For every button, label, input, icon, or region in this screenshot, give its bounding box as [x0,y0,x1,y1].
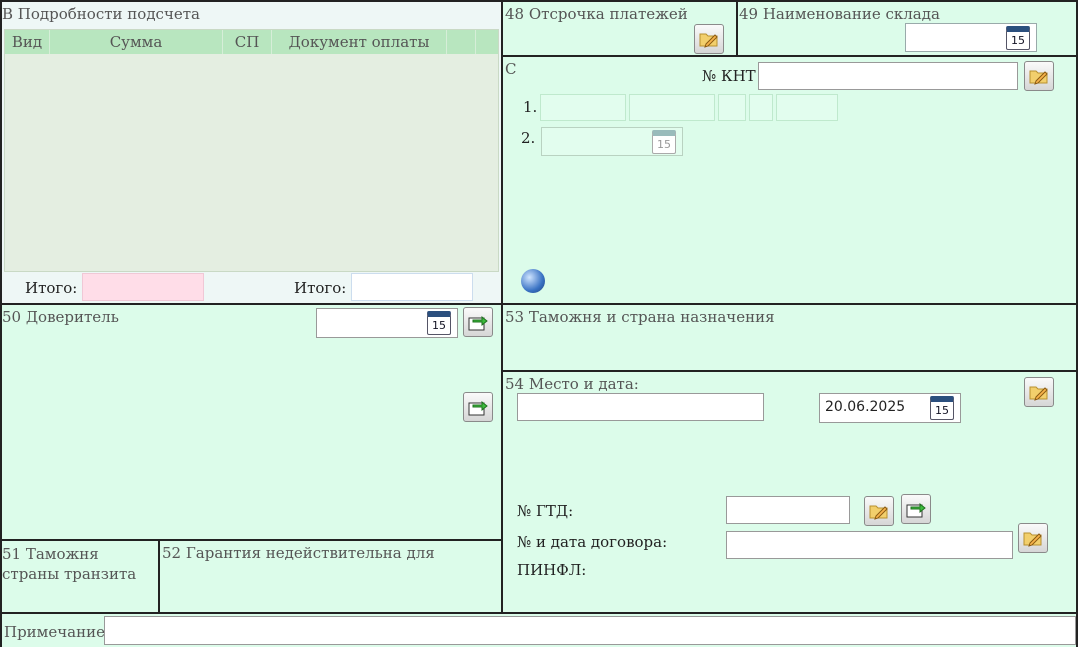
pencil-folder-icon [869,505,888,520]
col-header-sp[interactable]: СП [223,30,272,54]
section-52: 52 Гарантия недействительна для [160,541,501,612]
knt-input[interactable] [758,62,1018,90]
gtd-input[interactable] [726,496,850,524]
pencil-folder-icon [1023,532,1042,547]
row2-label: 2. [521,129,536,147]
arrow-export-icon [906,502,926,518]
date-field-54[interactable]: 20.06.2025 15 [819,393,961,423]
trustor-date-field[interactable]: 15 [316,308,458,338]
pencil-folder-icon [1029,386,1048,401]
section-b: В Подробности подсчета Вид Сумма СП Доку… [2,2,501,303]
export-button-gtd[interactable] [901,494,931,524]
edit-button-54[interactable] [1024,377,1054,407]
edit-button-48[interactable] [694,24,724,54]
section-50-title: 50 Доверитель [2,308,119,326]
section-c: C № КНТ 1. 2. 15 [503,57,1076,303]
export-button-2[interactable] [463,392,493,422]
col-header-payment-doc[interactable]: Документ оплаты [272,30,447,54]
section-b-title: В Подробности подсчета [2,5,200,23]
col-header-summa[interactable]: Сумма [50,30,223,54]
col-header-extra [447,30,476,54]
contract-label: № и дата договора: [517,533,668,551]
section-51: 51 Таможня страны транзита [2,541,158,612]
calendar-icon[interactable]: 15 [427,311,451,335]
row1-field-4[interactable] [749,94,773,121]
col-header-vid[interactable]: Вид [5,30,50,54]
edit-button-contract[interactable] [1018,523,1048,553]
place-input[interactable] [517,393,764,421]
section-51-title: 51 Таможня страны транзита [2,545,137,583]
section-49: 49 Наименование склада 15 [738,2,1076,55]
row1-field-3[interactable] [718,94,746,121]
details-table-header: Вид Сумма СП Документ оплаты [5,30,498,54]
details-table[interactable]: Вид Сумма СП Документ оплаты [4,29,499,272]
note-input[interactable] [104,616,1076,645]
section-54-title: 54 Место и дата: [505,375,639,393]
section-48: 48 Отсрочка платежей [503,2,736,55]
edit-button-knt[interactable] [1024,61,1054,91]
section-50: 50 Доверитель 15 [2,305,501,539]
row1-field-5[interactable] [776,94,838,121]
total-field-2[interactable] [351,273,473,301]
arrow-export-icon [468,400,488,416]
date-value-54: 20.06.2025 [825,399,906,415]
pencil-folder-icon [1029,70,1048,85]
section-48-title: 48 Отсрочка платежей [505,5,688,23]
calendar-icon[interactable]: 15 [1006,26,1030,50]
section-49-title: 49 Наименование склада [739,5,940,23]
arrow-export-icon [468,315,488,331]
globe-icon[interactable] [521,269,545,293]
knt-label: № КНТ [702,67,756,85]
section-53: 53 Таможня и страна назначения [503,305,1076,370]
contract-input[interactable] [726,531,1013,559]
row1-label: 1. [523,98,538,116]
total-field-1[interactable] [82,273,204,301]
section-52-title: 52 Гарантия недействительна для [162,544,435,562]
row1-field-1[interactable] [540,94,626,121]
row1-field-2[interactable] [629,94,715,121]
row2-date-field[interactable]: 15 [541,127,683,156]
total-label-1: Итого: [25,279,78,297]
section-c-title: C [505,60,517,78]
calendar-icon[interactable]: 15 [652,130,676,154]
pencil-folder-icon [699,33,718,48]
note-row: Примечание [2,614,1076,647]
total-label-2: Итого: [294,279,347,297]
pinfl-label: ПИНФЛ: [517,561,587,579]
warehouse-date-field[interactable]: 15 [905,23,1037,52]
calendar-icon[interactable]: 15 [930,396,954,420]
section-54: 54 Место и дата: 20.06.2025 15 № ГТД: № … [503,372,1076,612]
gtd-label: № ГТД: [517,502,574,520]
edit-button-gtd[interactable] [864,496,894,526]
export-button-1[interactable] [463,307,493,337]
note-label: Примечание [4,623,105,641]
section-53-title: 53 Таможня и страна назначения [505,308,775,326]
